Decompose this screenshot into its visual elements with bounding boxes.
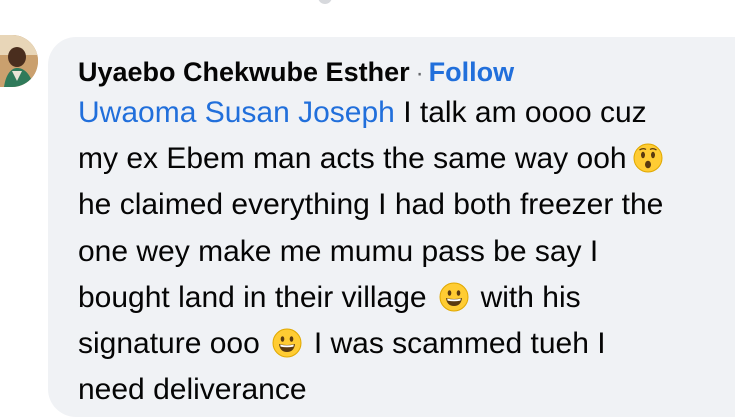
previous-comment-edge (318, 0, 332, 4)
astonished-face-icon (633, 143, 663, 173)
avatar[interactable] (0, 35, 38, 87)
comment-line: signature ooo I was scammed tueh I (78, 321, 735, 367)
comment-text-segment: I was scammed tueh I (313, 326, 606, 360)
comment-text: Uwaoma Susan Joseph I talk am oooo cuz m… (78, 90, 735, 413)
author-name[interactable]: Uyaebo Chekwube Esther (78, 57, 410, 87)
comment-text-segment: he claimed everything I had both freezer… (78, 188, 664, 222)
comment-text-segment: my ex Ebem man acts the same way ooh (78, 142, 627, 176)
comment-line: he claimed everything I had both freezer… (78, 182, 735, 228)
comment-text-segment: I talk am oooo cuz (394, 96, 647, 129)
comment-line: Uwaoma Susan Joseph I talk am oooo cuz (78, 90, 735, 136)
follow-button[interactable]: Follow (429, 57, 514, 87)
comment-line: one wey make me mumu pass be say I (78, 229, 735, 275)
mention-link[interactable]: Uwaoma Susan Joseph (78, 96, 395, 129)
comment-header: Uyaebo Chekwube Esther · Follow (78, 53, 514, 93)
comment-text-segment: signature ooo (78, 326, 260, 360)
comment-line: bought land in their village with his (78, 275, 735, 321)
comment-text-segment: with his (480, 280, 581, 314)
comment-text-segment: need deliverance (78, 373, 307, 407)
separator-dot: · (415, 60, 424, 87)
comment-line: need deliverance (78, 367, 735, 413)
comment-text-segment: one wey make me mumu pass be say I (78, 234, 599, 268)
grinning-face-icon (439, 282, 469, 312)
comment-text-segment: bought land in their village (78, 280, 427, 314)
comment-line: my ex Ebem man acts the same way ooh (78, 136, 735, 182)
grinning-face-icon (272, 328, 302, 358)
